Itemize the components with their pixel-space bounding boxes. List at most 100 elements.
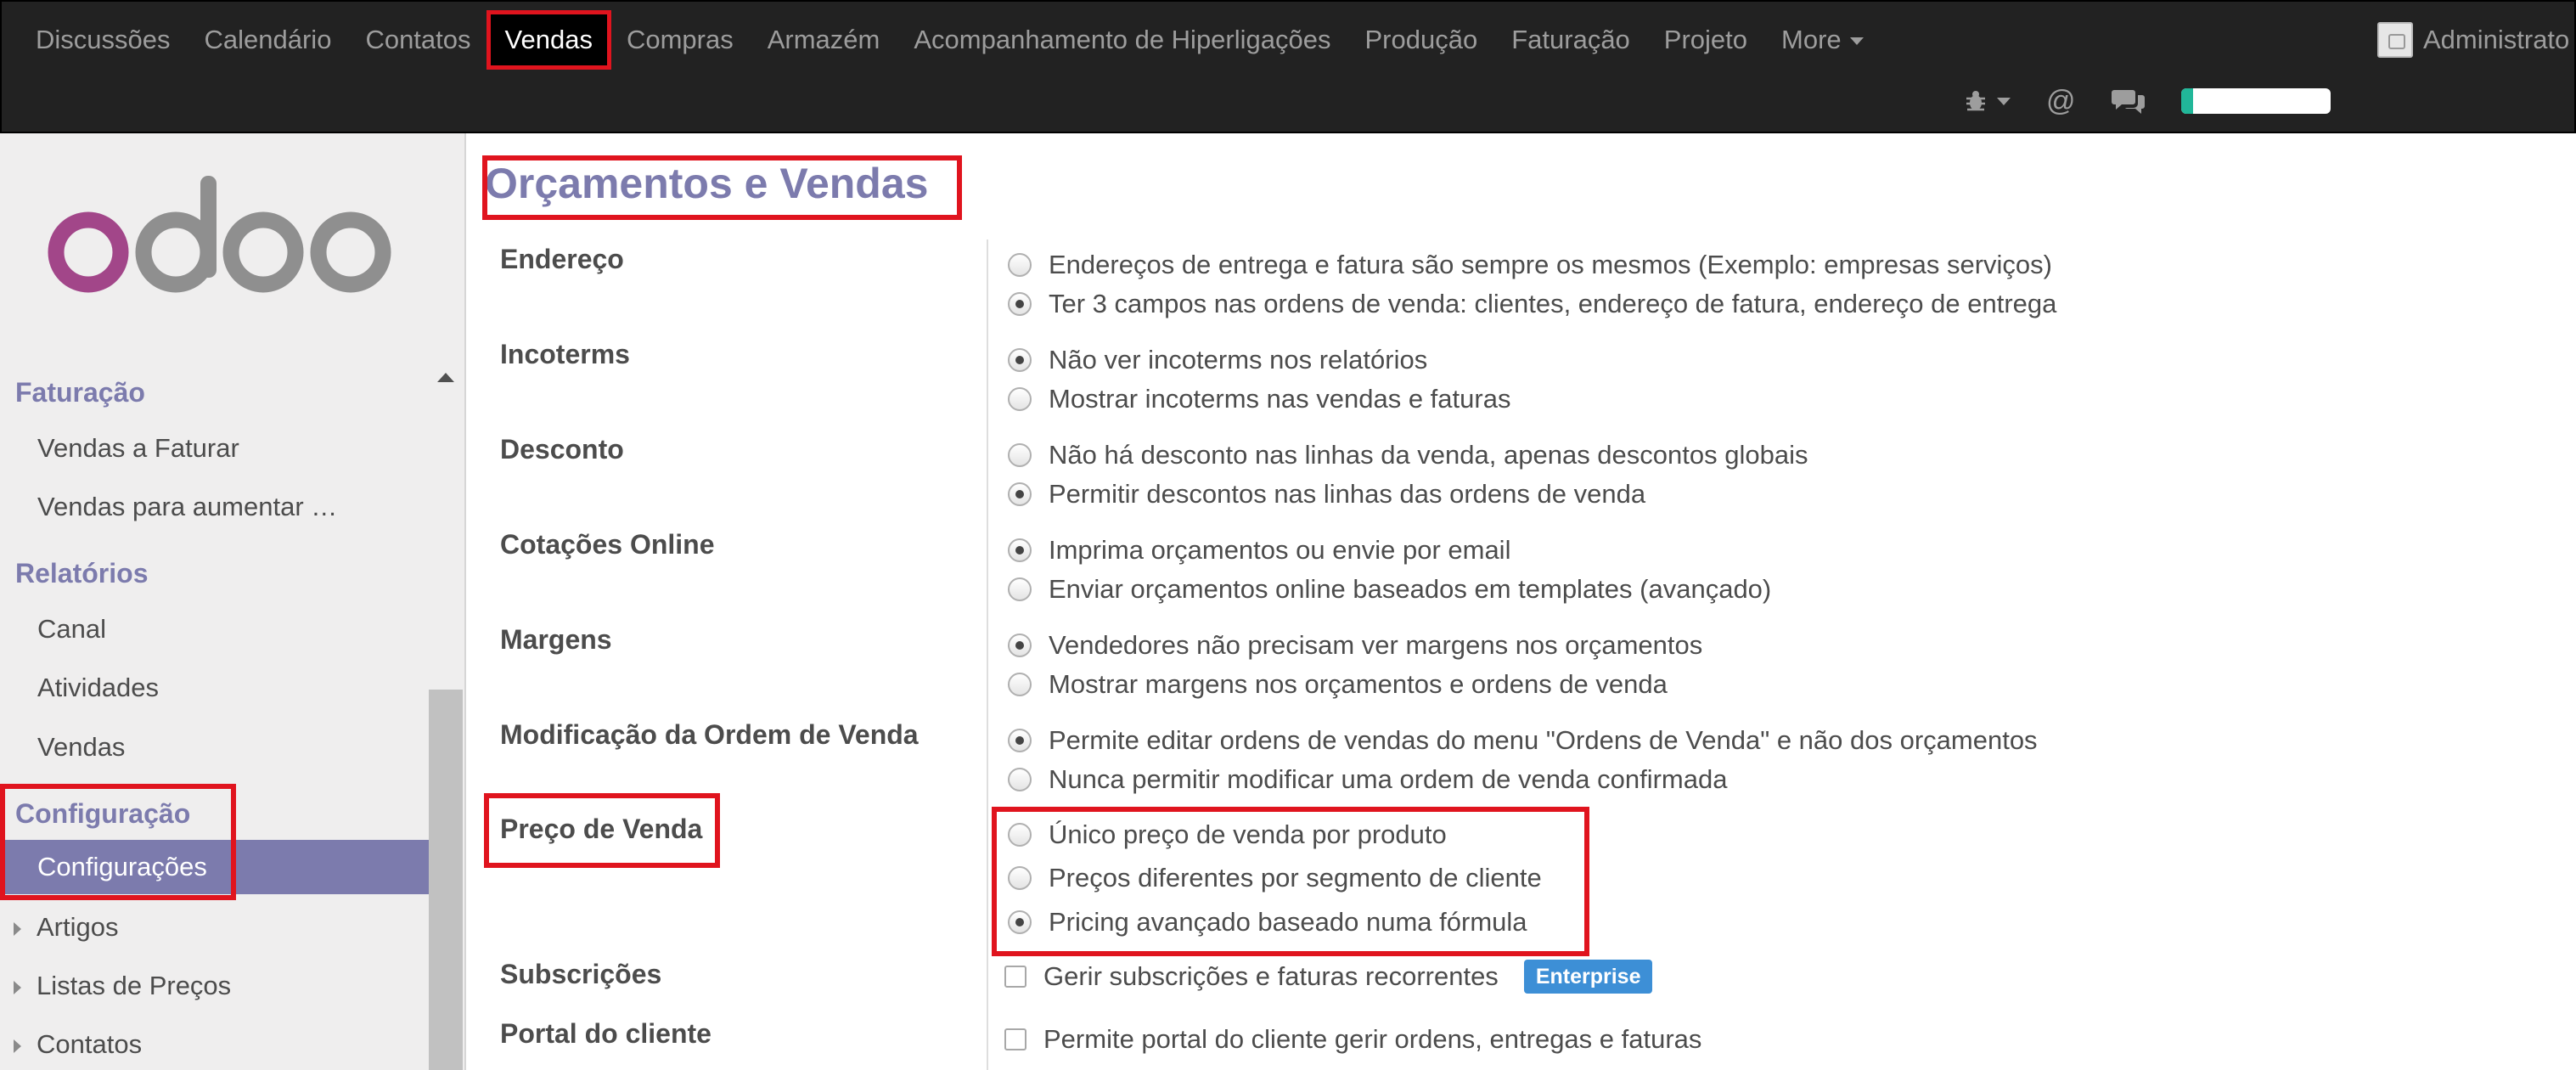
sidebar-section-configuracao: Configuração xyxy=(15,798,191,829)
option-label: Permite portal do cliente gerir ordens, … xyxy=(1043,1024,1702,1054)
odoo-logo xyxy=(48,176,391,293)
nav-projeto[interactable]: Projeto xyxy=(1647,12,1764,68)
option-label: Gerir subscrições e faturas recorrentes xyxy=(1043,961,1499,991)
page-title: Orçamentos e Vendas xyxy=(485,160,929,207)
sidebar-section-relatorios: Relatórios xyxy=(15,558,149,588)
setting-label-desconto: Desconto xyxy=(500,434,624,465)
sidebar-folder-artigos[interactable]: Artigos xyxy=(14,912,118,943)
radio-option-incoterms-2[interactable]: Mostrar incoterms nas vendas e faturas xyxy=(1008,384,1510,414)
radio-option-desconto-1[interactable]: Não há desconto nas linhas da venda, ape… xyxy=(1008,440,1808,470)
radio-option-incoterms-1[interactable]: Não ver incoterms nos relatórios xyxy=(1008,345,1427,375)
radio-option-cotacoes-2[interactable]: Enviar orçamentos online baseados em tem… xyxy=(1008,574,1771,605)
radio-option-desconto-2[interactable]: Permitir descontos nas linhas das ordens… xyxy=(1008,479,1645,510)
settings-form: Orçamentos e Vendas Endereço Endereços d… xyxy=(468,133,2576,1070)
radio-button-selected[interactable] xyxy=(1008,634,1032,657)
option-label: Imprima orçamentos ou envie por email xyxy=(1049,535,1511,565)
radio-button-selected[interactable] xyxy=(1008,910,1032,934)
sidebar: Faturação Vendas a Faturar Vendas para a… xyxy=(0,133,466,1070)
caret-down-icon xyxy=(1997,97,2011,105)
nav-acompanhamento-hiperligacoes[interactable]: Acompanhamento de Hiperligações xyxy=(897,12,1347,68)
sidebar-scrollbar-thumb[interactable] xyxy=(429,690,463,1070)
radio-button-selected[interactable] xyxy=(1008,292,1032,316)
at-icon: @ xyxy=(2046,84,2076,117)
checkbox[interactable] xyxy=(1004,1028,1026,1050)
setting-label-margens: Margens xyxy=(500,624,612,655)
radio-button[interactable] xyxy=(1008,866,1032,890)
radio-option-endereco-1[interactable]: Endereços de entrega e fatura são sempre… xyxy=(1008,250,2052,280)
mentions-button[interactable]: @ xyxy=(2046,85,2076,118)
sidebar-folder-label: Contatos xyxy=(37,1029,143,1059)
expand-arrow-icon xyxy=(14,921,21,936)
radio-button[interactable] xyxy=(1008,253,1032,277)
option-label: Permitir descontos nas linhas das ordens… xyxy=(1049,479,1646,509)
checkbox-option-subscricoes[interactable]: Gerir subscrições e faturas recorrentes E… xyxy=(1004,960,1653,994)
more-label: More xyxy=(1781,25,1842,54)
avatar xyxy=(2377,22,2413,58)
radio-button[interactable] xyxy=(1008,823,1032,847)
scroll-up-arrow-icon[interactable] xyxy=(437,373,454,382)
radio-button-selected[interactable] xyxy=(1008,729,1032,752)
radio-option-cotacoes-1[interactable]: Imprima orçamentos ou envie por email xyxy=(1008,535,1510,566)
expand-arrow-icon xyxy=(14,1039,21,1053)
sidebar-item-configuracoes[interactable]: Configurações xyxy=(0,840,429,894)
nav-more-dropdown[interactable]: More xyxy=(1764,12,1881,68)
option-label: Vendedores não precisam ver margens nos … xyxy=(1049,630,1703,660)
radio-button-selected[interactable] xyxy=(1008,348,1032,372)
nav-armazem[interactable]: Armazém xyxy=(751,12,897,68)
option-label: Não há desconto nas linhas da venda, ape… xyxy=(1049,440,1808,470)
radio-button[interactable] xyxy=(1008,577,1032,601)
nav-contatos[interactable]: Contatos xyxy=(348,12,487,68)
setting-label-portal-do-cliente: Portal do cliente xyxy=(500,1018,711,1049)
sidebar-folder-label: Artigos xyxy=(37,912,119,942)
setting-label-incoterms: Incoterms xyxy=(500,339,630,369)
nav-discussoes[interactable]: Discussões xyxy=(19,12,188,68)
nav-producao[interactable]: Produção xyxy=(1348,12,1495,68)
radio-option-endereco-2[interactable]: Ter 3 campos nas ordens de venda: client… xyxy=(1008,289,2056,319)
option-label: Mostrar margens nos orçamentos e ordens … xyxy=(1049,669,1668,699)
nav-vendas[interactable]: Vendas xyxy=(486,10,611,70)
radio-button[interactable] xyxy=(1008,443,1032,467)
setting-label-preco-de-venda: Preço de Venda xyxy=(500,814,703,844)
radio-button-selected[interactable] xyxy=(1008,482,1032,506)
radio-button-selected[interactable] xyxy=(1008,538,1032,562)
radio-option-margens-1[interactable]: Vendedores não precisam ver margens nos … xyxy=(1008,630,1702,661)
column-divider xyxy=(987,239,988,1070)
user-name: Administrato xyxy=(2423,25,2570,54)
nav-calendario[interactable]: Calendário xyxy=(188,12,349,68)
checkbox-option-portal[interactable]: Permite portal do cliente gerir ordens, … xyxy=(1004,1024,1701,1055)
option-label: Mostrar incoterms nas vendas e faturas xyxy=(1049,384,1511,414)
radio-button[interactable] xyxy=(1008,673,1032,696)
sidebar-folder-listas-de-precos[interactable]: Listas de Preços xyxy=(14,971,231,1001)
sidebar-folder-contatos[interactable]: Contatos xyxy=(14,1029,142,1060)
chat-icon xyxy=(2111,90,2145,114)
option-label: Permite editar ordens de vendas do menu … xyxy=(1049,725,2038,755)
expand-arrow-icon xyxy=(14,980,21,994)
radio-button[interactable] xyxy=(1008,768,1032,791)
option-label: Pricing avançado baseado numa fórmula xyxy=(1049,907,1527,937)
systray: @ xyxy=(1963,80,2331,122)
messages-button[interactable] xyxy=(2111,87,2146,115)
sidebar-item-vendas-para-aumentar[interactable]: Vendas para aumentar … xyxy=(37,492,337,522)
radio-option-modificacao-1[interactable]: Permite editar ordens de vendas do menu … xyxy=(1008,725,2038,756)
radio-button[interactable] xyxy=(1008,387,1032,411)
app-menu: Discussões Calendário Contatos Vendas Co… xyxy=(19,10,1881,70)
option-label: Nunca permitir modificar uma ordem de ve… xyxy=(1049,764,1728,794)
radio-option-preco-3[interactable]: Pricing avançado baseado numa fórmula xyxy=(1008,907,1527,938)
checkbox[interactable] xyxy=(1004,966,1026,988)
option-label: Ter 3 campos nas ordens de venda: client… xyxy=(1049,289,2057,318)
caret-down-icon xyxy=(1849,37,1864,46)
sidebar-item-canal[interactable]: Canal xyxy=(37,614,106,645)
nav-compras[interactable]: Compras xyxy=(610,12,751,68)
option-label: Preços diferentes por segmento de client… xyxy=(1049,863,1542,893)
sidebar-item-vendas[interactable]: Vendas xyxy=(37,732,125,763)
radio-option-preco-2[interactable]: Preços diferentes por segmento de client… xyxy=(1008,863,1542,893)
option-label: Endereços de entrega e fatura são sempre… xyxy=(1049,250,2052,279)
debug-menu-button[interactable] xyxy=(1963,88,2011,114)
radio-option-modificacao-2[interactable]: Nunca permitir modificar uma ordem de ve… xyxy=(1008,764,1727,795)
sidebar-item-vendas-a-faturar[interactable]: Vendas a Faturar xyxy=(37,433,239,464)
radio-option-preco-1[interactable]: Único preço de venda por produto xyxy=(1008,819,1447,850)
sidebar-item-atividades[interactable]: Atividades xyxy=(37,673,159,703)
user-menu[interactable]: Administrato xyxy=(2377,22,2569,58)
radio-option-margens-2[interactable]: Mostrar margens nos orçamentos e ordens … xyxy=(1008,669,1668,700)
nav-faturacao[interactable]: Faturação xyxy=(1494,12,1647,68)
